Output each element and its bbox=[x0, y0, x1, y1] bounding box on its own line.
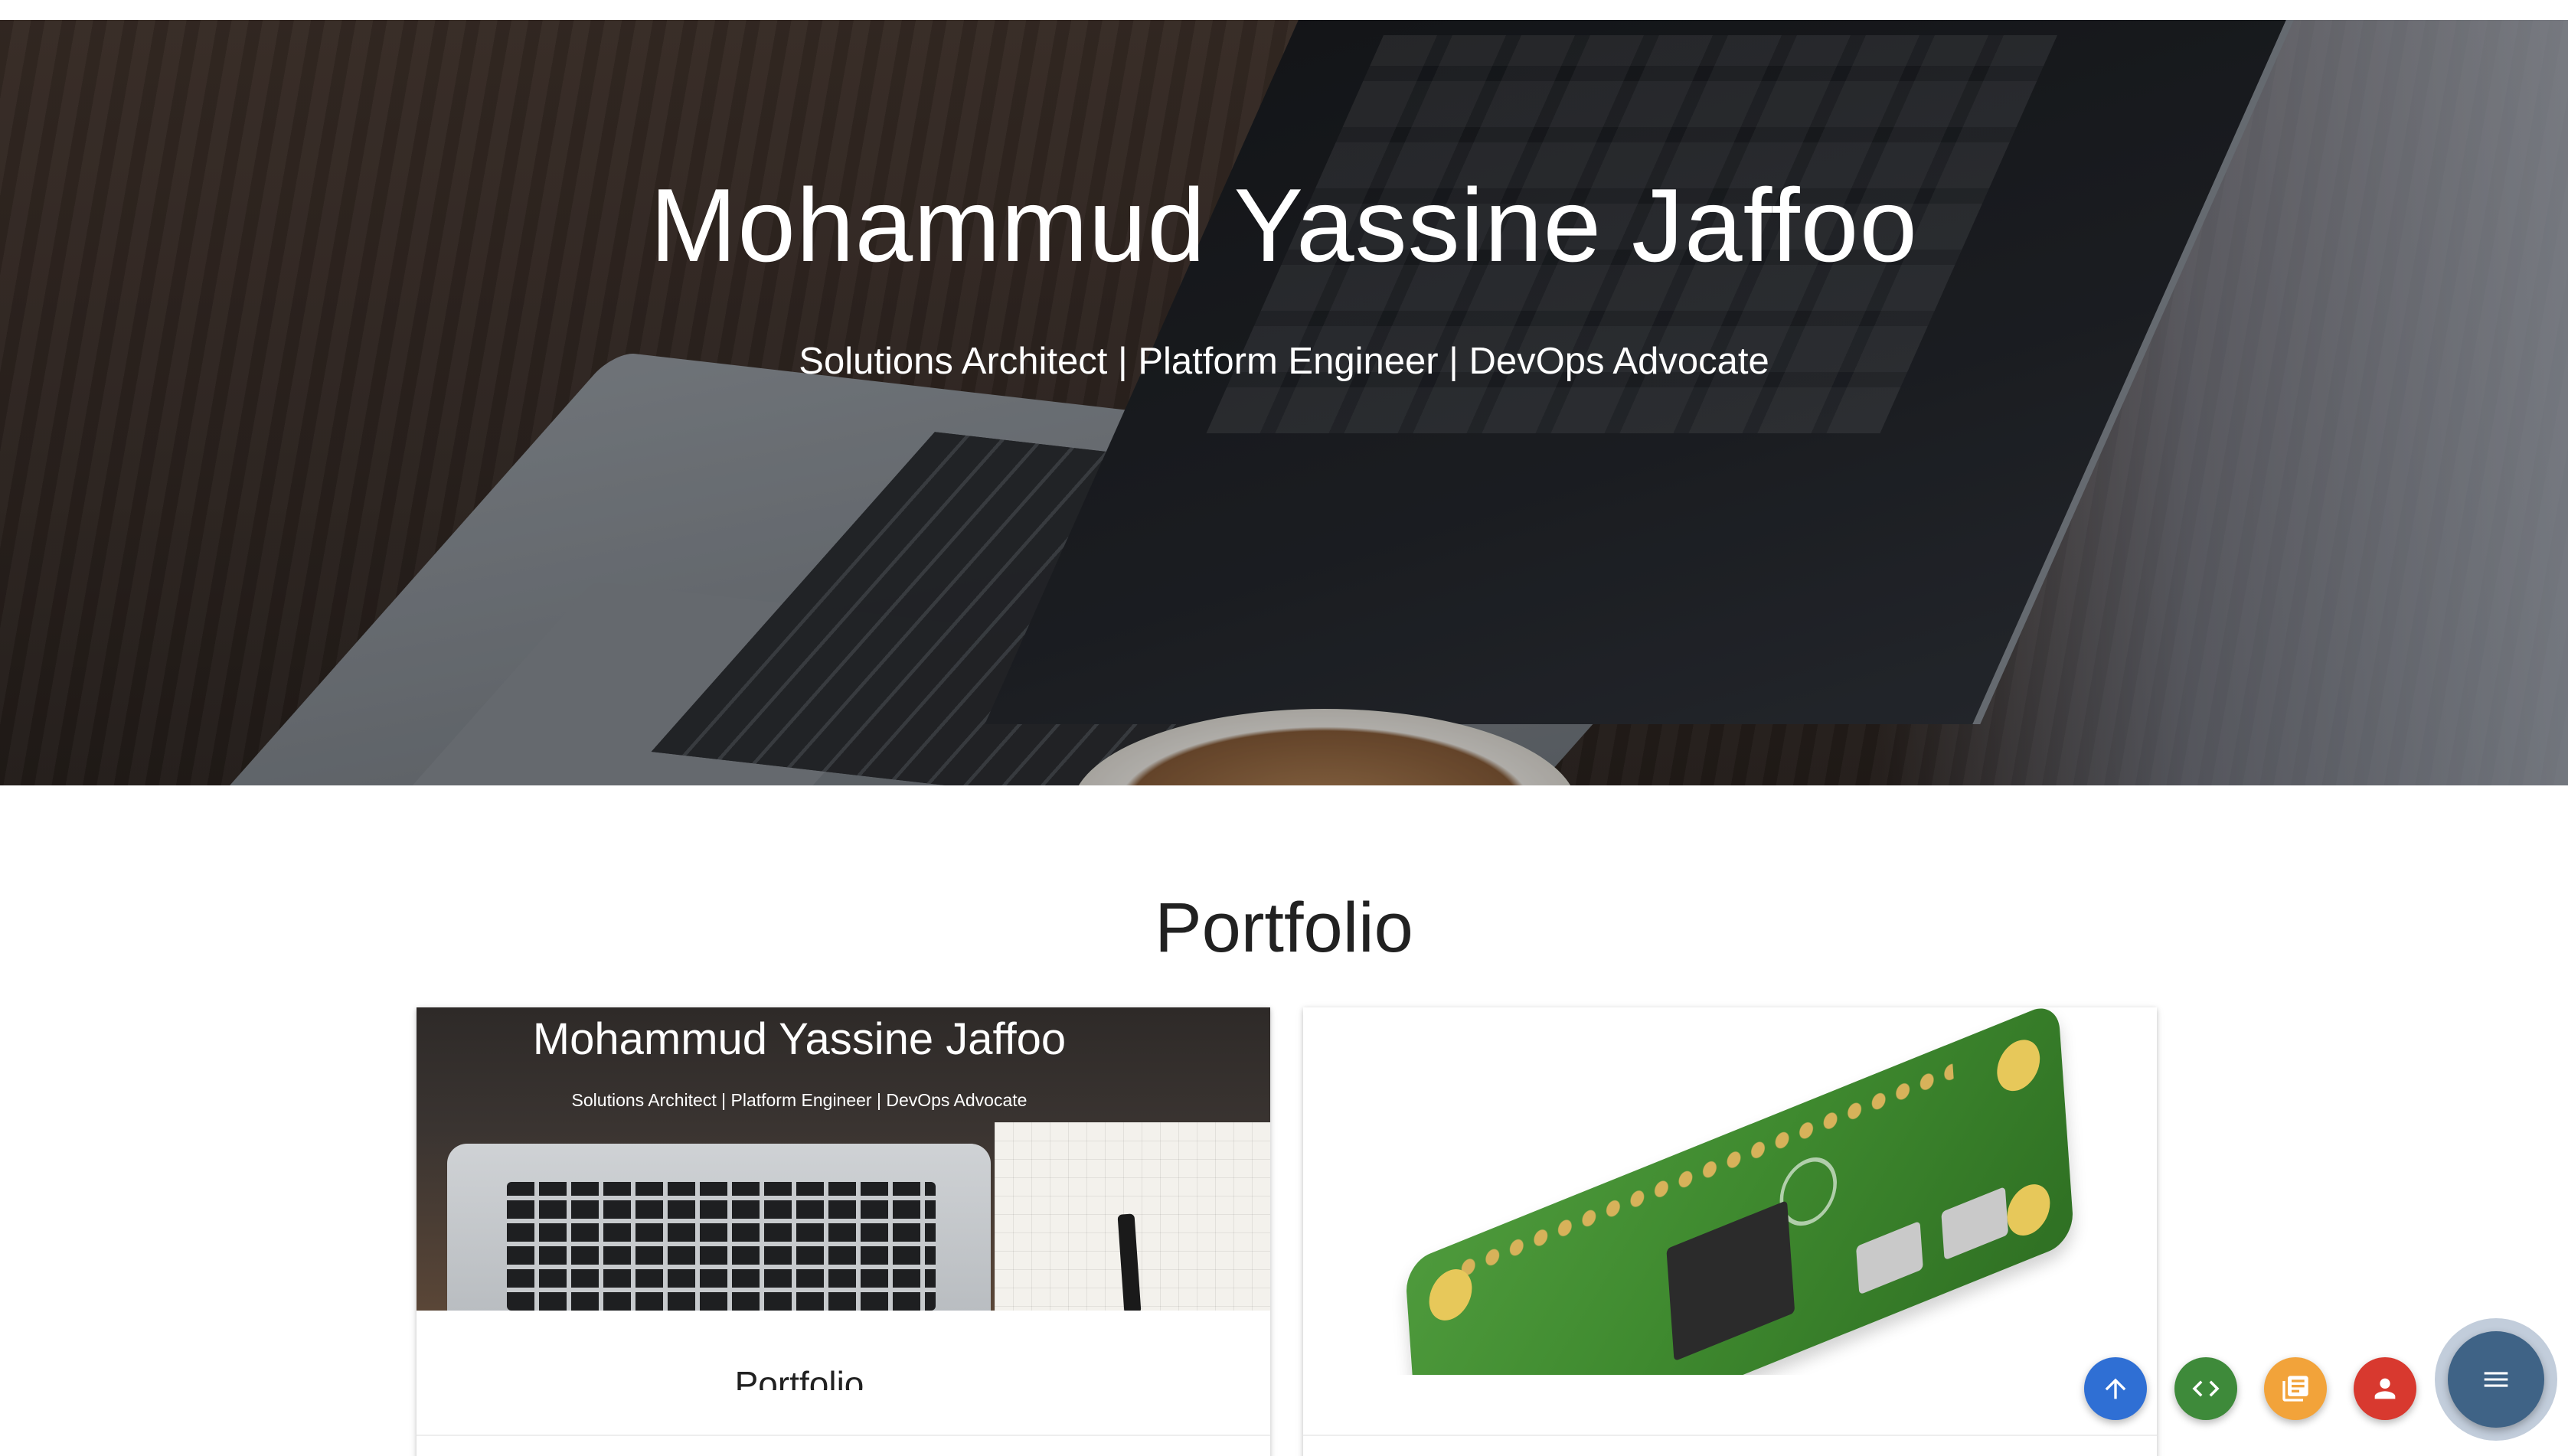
card-divider bbox=[1303, 1435, 2157, 1436]
projects-button[interactable] bbox=[2174, 1357, 2237, 1420]
about-button[interactable] bbox=[2354, 1357, 2416, 1420]
portfolio-heading: Portfolio bbox=[1155, 889, 1413, 967]
raspberry-pi-image bbox=[1404, 1007, 2075, 1375]
arrow-up-icon bbox=[2105, 1378, 2126, 1399]
blog-icon bbox=[2282, 1376, 2308, 1402]
hero-banner: Mohammud Yassine Jaffoo Solutions Archit… bbox=[0, 20, 2568, 785]
portfolio-card[interactable]: Mohammud Yassine Jaffoo Solutions Archit… bbox=[417, 1007, 1270, 1456]
card-image[interactable]: Mohammud Yassine Jaffoo Solutions Archit… bbox=[417, 1007, 1270, 1311]
menu-button[interactable] bbox=[2448, 1331, 2544, 1428]
hero-title: Mohammud Yassine Jaffoo bbox=[650, 167, 1918, 283]
card-image-headline: Mohammud Yassine Jaffoo bbox=[532, 1014, 1067, 1064]
portfolio-card[interactable] bbox=[1303, 1007, 2157, 1456]
code-icon bbox=[2192, 1380, 2220, 1397]
top-bar bbox=[0, 0, 2568, 20]
scroll-to-top-button[interactable] bbox=[2084, 1357, 2147, 1420]
card-image[interactable] bbox=[1303, 1007, 2157, 1375]
card-title[interactable]: Portfolio bbox=[417, 1360, 1182, 1390]
card-image-subline: Solutions Architect | Platform Engineer … bbox=[571, 1090, 1028, 1110]
card-divider bbox=[417, 1435, 1270, 1436]
menu-icon bbox=[2484, 1372, 2508, 1387]
person-icon bbox=[2374, 1378, 2396, 1399]
hero-subtitle: Solutions Architect | Platform Engineer … bbox=[799, 341, 1769, 382]
blog-button[interactable] bbox=[2264, 1357, 2327, 1420]
